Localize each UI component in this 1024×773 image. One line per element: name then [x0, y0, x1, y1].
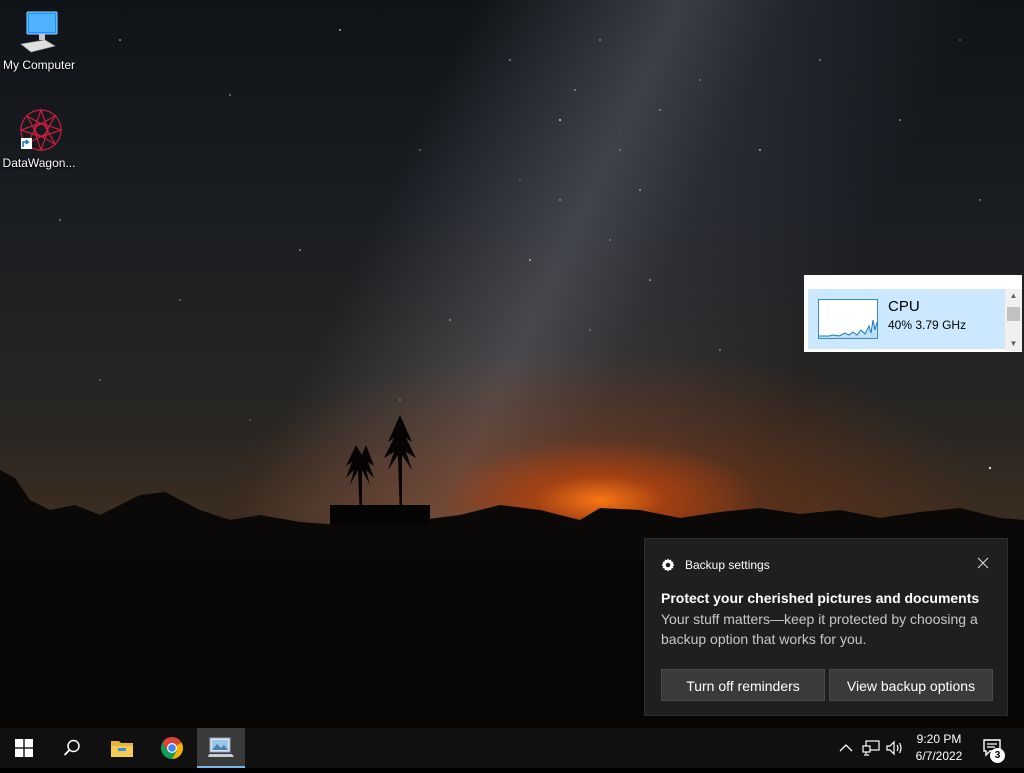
- gear-icon: [661, 558, 675, 572]
- scroll-up-arrow-icon[interactable]: ▲: [1005, 289, 1022, 303]
- active-app-button[interactable]: [197, 728, 245, 768]
- cpu-performance-widget: CPU 40% 3.79 GHz ▲ ▼: [804, 275, 1022, 352]
- taskbar-clock[interactable]: 9:20 PM 6/7/2022: [906, 731, 972, 765]
- chrome-button[interactable]: [148, 728, 196, 768]
- chrome-icon: [161, 737, 183, 759]
- scroll-down-arrow-icon[interactable]: ▼: [1005, 337, 1022, 351]
- cpu-stats: 40% 3.79 GHz: [888, 318, 966, 332]
- network-button[interactable]: [859, 728, 883, 768]
- cpu-usage-graph: [818, 299, 878, 339]
- desktop-icon-label: My Computer: [2, 58, 76, 72]
- view-backup-options-button[interactable]: View backup options: [829, 669, 993, 701]
- clock-time: 9:20 PM: [916, 732, 962, 746]
- desktop-icon-label: DataWagon...: [2, 156, 76, 170]
- desktop-icon-datawagon[interactable]: DataWagon...: [0, 106, 78, 170]
- clock-date: 6/7/2022: [915, 749, 963, 763]
- datawagon-app-icon: [15, 106, 63, 154]
- widget-scrollbar[interactable]: ▲ ▼: [1005, 289, 1022, 351]
- show-hidden-icons-button[interactable]: [834, 728, 858, 768]
- cpu-speed-value: 3.79 GHz: [915, 318, 967, 332]
- turn-off-reminders-button[interactable]: Turn off reminders: [661, 669, 825, 701]
- toast-app-name: Backup settings: [685, 558, 770, 572]
- cpu-usage-value: 40%: [888, 318, 913, 332]
- network-icon: [862, 740, 880, 756]
- file-explorer-icon: [111, 741, 133, 757]
- backup-toast-notification[interactable]: Backup settings Protect your cherished p…: [644, 538, 1008, 716]
- cpu-title: CPU: [888, 298, 920, 315]
- chevron-up-icon: [839, 744, 853, 752]
- toast-title: Protect your cherished pictures and docu…: [661, 590, 980, 606]
- active-app-icon: [208, 737, 234, 757]
- taskbar: 9:20 PM 6/7/2022 3: [0, 728, 1024, 768]
- scroll-thumb[interactable]: [1007, 307, 1020, 321]
- desktop-icon-my-computer[interactable]: My Computer: [0, 8, 78, 72]
- notification-count-badge: 3: [990, 748, 1005, 763]
- search-icon: [63, 739, 80, 756]
- file-explorer-button[interactable]: [98, 728, 146, 768]
- volume-button[interactable]: [883, 728, 907, 768]
- close-icon[interactable]: [973, 553, 993, 573]
- start-button[interactable]: [0, 728, 48, 768]
- windows-logo-icon: [15, 739, 33, 757]
- toast-app-header: Backup settings: [661, 557, 770, 573]
- computer-icon: [15, 8, 63, 56]
- toast-body: Your stuff matters—keep it protected by …: [661, 611, 978, 647]
- action-center-button[interactable]: 3: [978, 728, 1018, 768]
- volume-icon: [886, 740, 902, 756]
- search-button[interactable]: [48, 728, 96, 768]
- cpu-list-item[interactable]: CPU 40% 3.79 GHz: [808, 289, 1006, 349]
